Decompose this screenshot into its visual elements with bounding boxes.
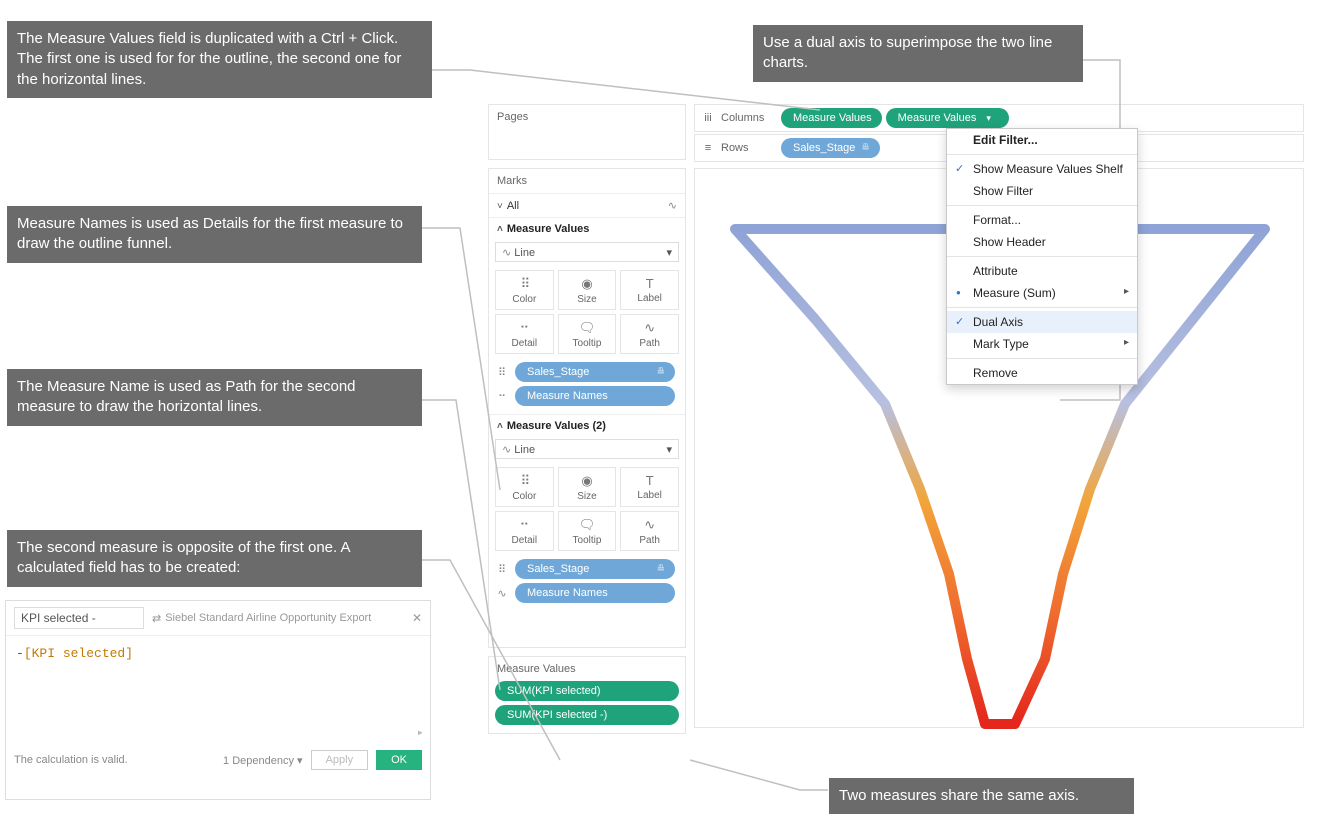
chevron-down-icon: ▾ (666, 443, 672, 456)
pill-stage-2[interactable]: Sales_Stage≞ (515, 559, 675, 579)
color-icon: ⠿ (495, 563, 509, 576)
columns-pill-2[interactable]: Measure Values▾ (886, 108, 1009, 128)
marks-detail[interactable]: ⠒Detail (495, 314, 554, 354)
callout-calc: The second measure is opposite of the fi… (7, 530, 422, 587)
chevron-down-icon: ▾ (986, 113, 991, 124)
sort-icon: ≞ (861, 143, 869, 154)
menu-show-mv-shelf[interactable]: Show Measure Values Shelf (947, 158, 1137, 180)
rows-icon: ≡ (695, 142, 721, 154)
marks-card-1-grid: ⠿Color ◉Size TLabel ⠒Detail 🗨Tooltip ∿Pa… (489, 266, 685, 360)
chevron-down-icon: ▾ (666, 246, 672, 259)
tableau-surface: Pages iii Columns Measure Values Measure… (488, 104, 1306, 744)
marks-card-2-type[interactable]: ∿ Line ▾ (495, 439, 679, 459)
path-icon: ∿ (644, 320, 655, 336)
callout-detail: Measure Names is used as Details for the… (7, 206, 422, 263)
pages-shelf[interactable]: Pages (488, 104, 686, 160)
datasource-icon: ⇄ (152, 612, 161, 625)
detail-icon: ⠒ (495, 390, 509, 403)
close-icon[interactable]: ✕ (412, 611, 422, 625)
line-icon: ∿ (668, 199, 677, 212)
apply-button[interactable]: Apply (311, 750, 369, 770)
ok-button[interactable]: OK (376, 750, 422, 770)
detail-icon: ⠒ (520, 320, 530, 336)
mv-pill-1[interactable]: SUM(KPI selected) (495, 681, 679, 701)
chevron-up-icon: ˄ (497, 224, 503, 235)
pill-mnames-1[interactable]: Measure Names (515, 386, 675, 406)
calc-formula-area[interactable]: -[KPI selected] ▸ (6, 636, 430, 746)
marks-card-2-grid: ⠿Color ◉Size TLabel ⠒Detail 🗨Tooltip ∿Pa… (489, 463, 685, 557)
marks-size-2[interactable]: ◉Size (558, 467, 617, 507)
menu-edit-filter[interactable]: Edit Filter... (947, 129, 1137, 151)
marks-card-1-pills: ⠿ Sales_Stage≞ ⠒ Measure Names (489, 360, 685, 414)
marks-tooltip-2[interactable]: 🗨Tooltip (558, 511, 617, 551)
menu-mark-type[interactable]: Mark Type (947, 333, 1137, 355)
callout-shared-axis: Two measures share the same axis. (829, 778, 1134, 814)
path-icon: ∿ (495, 587, 509, 600)
columns-pill-1[interactable]: Measure Values (781, 108, 882, 128)
marks-size[interactable]: ◉Size (558, 270, 617, 310)
columns-label: Columns (721, 112, 781, 124)
marks-card-1-header[interactable]: ˄Measure Values (489, 217, 685, 240)
color-icon: ⠿ (495, 366, 509, 379)
calc-datasource: Siebel Standard Airline Opportunity Expo… (165, 612, 371, 624)
menu-dual-axis[interactable]: Dual Axis (947, 311, 1137, 333)
menu-show-header[interactable]: Show Header (947, 231, 1137, 253)
label-icon: T (646, 276, 654, 291)
chevron-up-icon: ˄ (497, 421, 503, 432)
mv-pill-2[interactable]: SUM(KPI selected -) (495, 705, 679, 725)
calc-dependencies[interactable]: 1 Dependency ▾ (223, 754, 303, 767)
measure-values-shelf[interactable]: Measure Values SUM(KPI selected) SUM(KPI… (488, 656, 686, 734)
pages-label: Pages (489, 105, 685, 129)
marks-card-2-pills: ⠿ Sales_Stage≞ ∿ Measure Names (489, 557, 685, 611)
tooltip-icon: 🗨 (579, 320, 596, 336)
rows-pill[interactable]: Sales_Stage≞ (781, 138, 880, 158)
menu-remove[interactable]: Remove (947, 362, 1137, 384)
marks-panel: Marks ˅All ∿ ˄Measure Values ∿ Line ▾ ⠿C… (488, 168, 686, 648)
tooltip-icon: 🗨 (579, 517, 596, 533)
marks-label-2[interactable]: TLabel (620, 467, 679, 507)
path-icon: ∿ (644, 517, 655, 533)
calculated-field-editor: KPI selected - ⇄ Siebel Standard Airline … (5, 600, 431, 800)
calc-status: The calculation is valid. (14, 754, 128, 766)
size-icon: ◉ (581, 473, 592, 489)
pill-stage-1[interactable]: Sales_Stage≞ (515, 362, 675, 382)
label-icon: T (646, 473, 654, 488)
callout-dual-axis: Use a dual axis to superimpose the two l… (753, 25, 1083, 82)
marks-card-1-type[interactable]: ∿ Line ▾ (495, 242, 679, 262)
size-icon: ◉ (581, 276, 592, 292)
menu-measure[interactable]: Measure (Sum) (947, 282, 1137, 304)
marks-color[interactable]: ⠿Color (495, 270, 554, 310)
marks-title: Marks (489, 169, 685, 193)
color-icon: ⠿ (521, 473, 529, 489)
menu-show-filter[interactable]: Show Filter (947, 180, 1137, 202)
callouts-path: The Measure Name is used as Path for the… (7, 369, 422, 426)
menu-format[interactable]: Format... (947, 209, 1137, 231)
columns-icon: iii (695, 112, 721, 124)
marks-card-all[interactable]: ˅All ∿ (489, 193, 685, 217)
marks-path-2[interactable]: ∿Path (620, 511, 679, 551)
mv-title: Measure Values (489, 657, 685, 681)
callout-duplicate: The Measure Values field is duplicated w… (7, 21, 432, 98)
expand-icon[interactable]: ▸ (417, 725, 424, 740)
marks-color-2[interactable]: ⠿Color (495, 467, 554, 507)
chevron-down-icon: ˅ (497, 201, 503, 212)
pill-context-menu: Edit Filter... Show Measure Values Shelf… (946, 128, 1138, 385)
pill-mnames-2[interactable]: Measure Names (515, 583, 675, 603)
marks-detail-2[interactable]: ⠒Detail (495, 511, 554, 551)
color-icon: ⠿ (521, 276, 529, 292)
detail-icon: ⠒ (520, 517, 530, 533)
calc-name-input[interactable]: KPI selected - (14, 607, 144, 629)
marks-card-2-header[interactable]: ˄Measure Values (2) (489, 414, 685, 437)
rows-label: Rows (721, 142, 781, 154)
marks-tooltip[interactable]: 🗨Tooltip (558, 314, 617, 354)
marks-label[interactable]: TLabel (620, 270, 679, 310)
menu-attribute[interactable]: Attribute (947, 260, 1137, 282)
marks-path[interactable]: ∿Path (620, 314, 679, 354)
